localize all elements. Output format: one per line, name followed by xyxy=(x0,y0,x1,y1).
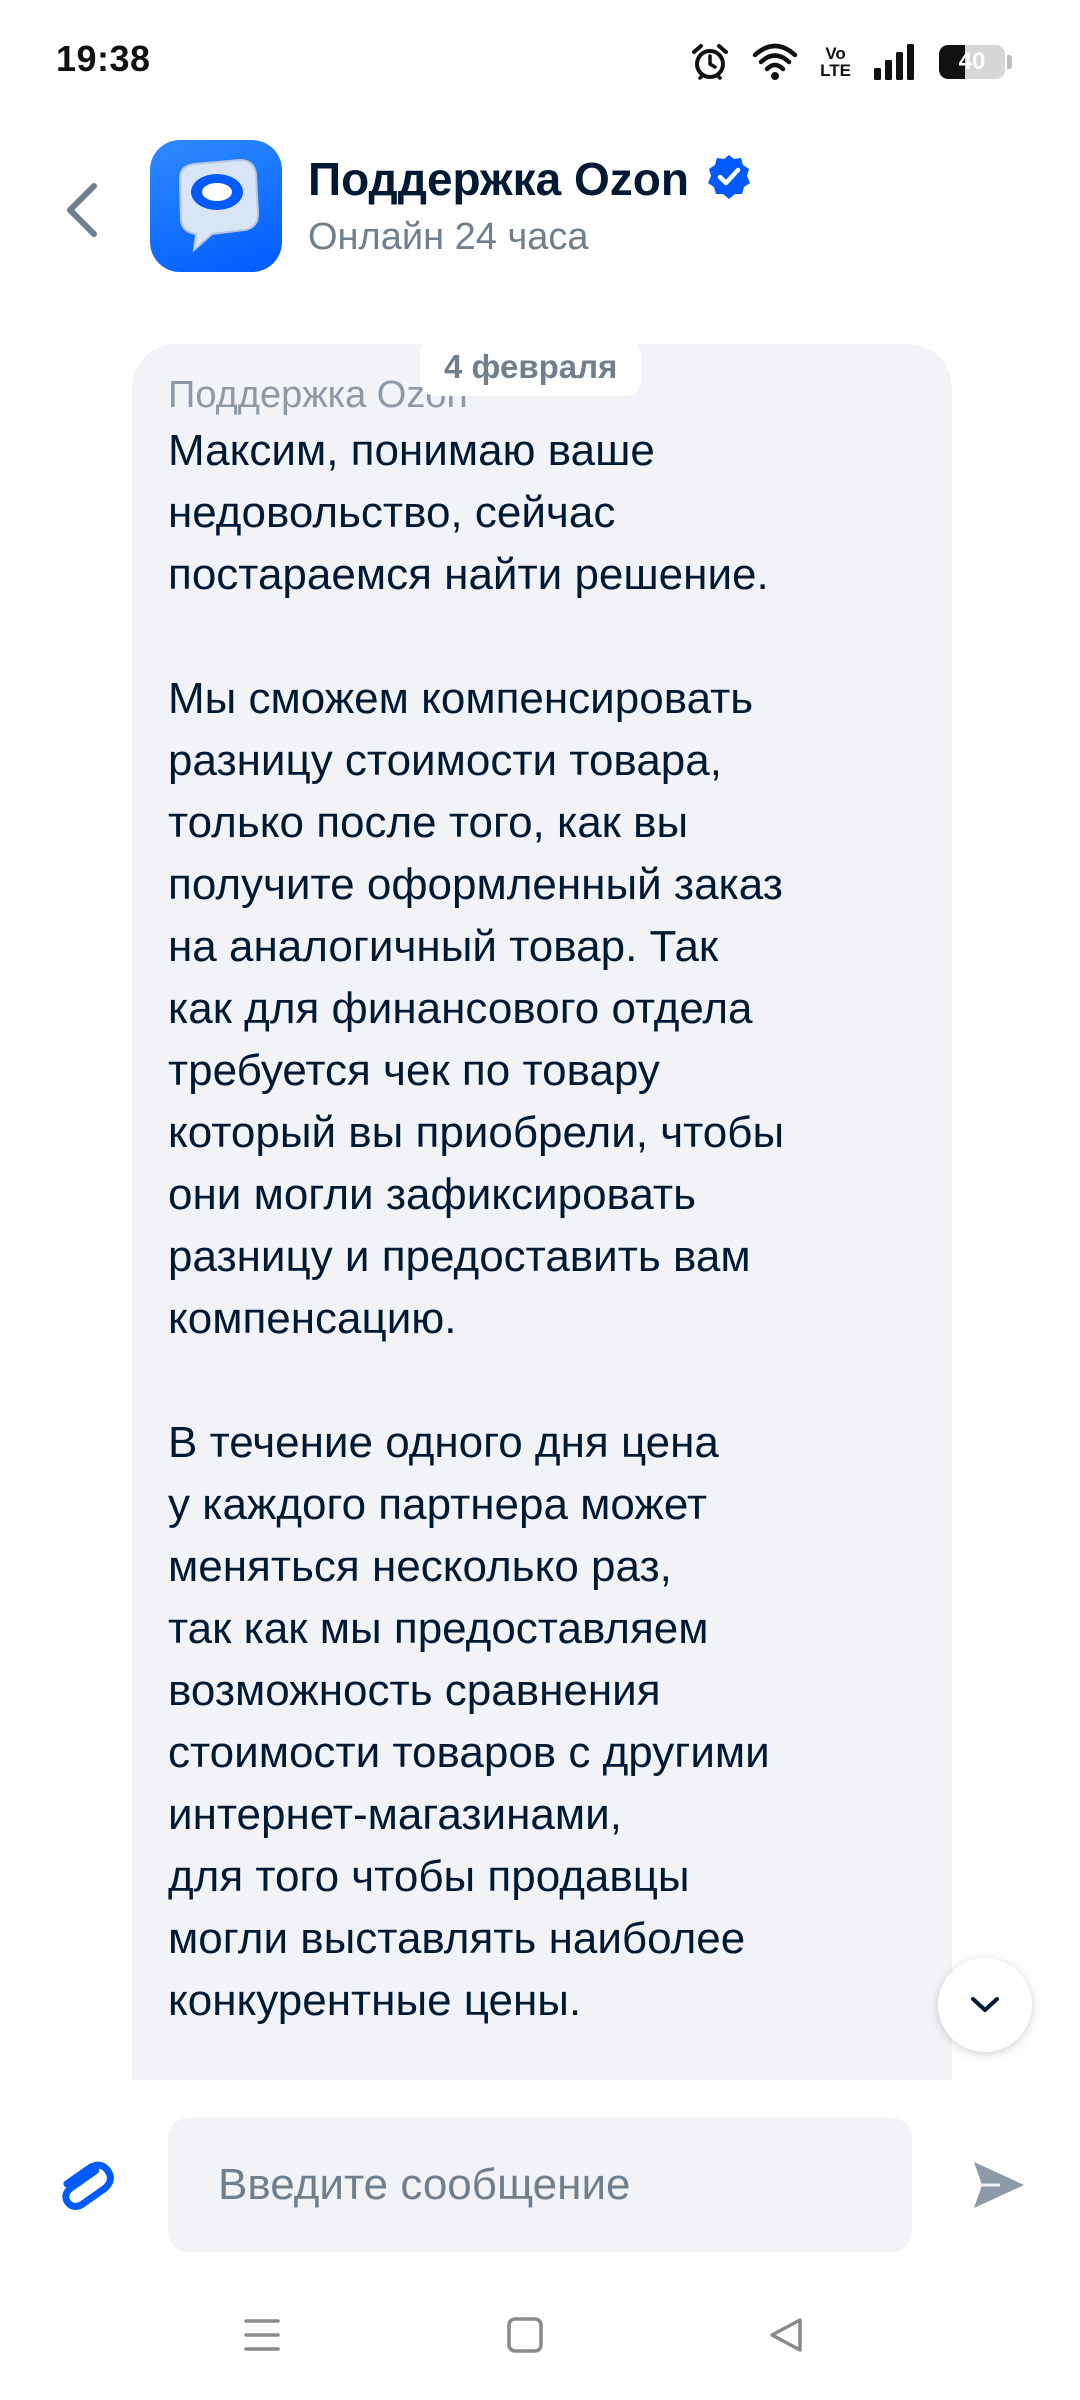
message-line: как для финансового отдела xyxy=(168,984,753,1033)
message-line: недовольство, сейчас xyxy=(168,488,616,537)
message-line: только после того, как вы xyxy=(168,798,689,847)
message-input[interactable] xyxy=(218,2160,912,2210)
chat-subtitle: Онлайн 24 часа xyxy=(308,216,589,258)
message-paragraph: Мы сможем компенсировать разницу стоимост… xyxy=(168,668,916,1350)
message-bubble[interactable]: Поддержка Ozon Максим, понимаю ваше недов… xyxy=(132,344,952,2080)
attach-button[interactable] xyxy=(50,2150,120,2220)
verified-badge-icon xyxy=(705,153,753,206)
message-line: для того чтобы продавцы xyxy=(168,1852,690,1901)
send-icon xyxy=(974,2162,1024,2208)
message-text: Максим, понимаю ваше недовольство, сейчас… xyxy=(168,420,916,2032)
battery-cap xyxy=(1007,55,1012,69)
send-button[interactable] xyxy=(964,2150,1034,2220)
message-paragraph: В течение одного дня цена у каждого партн… xyxy=(168,1412,916,2032)
message-line: на аналогичный товар. Так xyxy=(168,922,719,971)
message-line: получите оформленный заказ xyxy=(168,860,783,909)
message-input-container[interactable] xyxy=(168,2118,912,2252)
paperclip-icon xyxy=(62,2161,114,2210)
message-paragraph: Максим, понимаю ваше недовольство, сейчас… xyxy=(168,420,916,606)
volte-top-label: Vo xyxy=(825,44,846,63)
date-separator: 4 февраля xyxy=(420,338,642,396)
signal-icon xyxy=(873,44,917,80)
status-time: 19:38 xyxy=(56,38,151,79)
message-line: интернет-магазинами, xyxy=(168,1790,622,1839)
message-line: конкурентные цены. xyxy=(168,1976,582,2025)
support-avatar[interactable] xyxy=(150,140,282,272)
message-line: возможность сравнения xyxy=(168,1666,661,1715)
back-triangle-icon xyxy=(770,2318,802,2352)
chevron-left-icon xyxy=(67,183,97,237)
wifi-icon xyxy=(752,43,798,81)
system-back-button[interactable] xyxy=(746,2300,826,2370)
volte-bottom-label: LTE xyxy=(820,61,851,80)
chat-title: Поддержка Ozon xyxy=(308,153,690,205)
message-line: стоимости товаров с другими xyxy=(168,1728,770,1777)
recent-apps-button[interactable] xyxy=(222,2300,302,2370)
message-line: Максим, понимаю ваше xyxy=(168,426,655,475)
alarm-icon xyxy=(690,42,730,82)
message-line: у каждого партнера может xyxy=(168,1480,707,1529)
message-line: требуется чек по товару xyxy=(168,1046,660,1095)
home-button[interactable] xyxy=(485,2300,565,2370)
battery-icon: 40 xyxy=(939,45,1012,79)
menu-icon xyxy=(244,2319,280,2351)
system-navigation-bar xyxy=(0,2270,1080,2400)
battery-body: 40 xyxy=(939,45,1005,79)
status-icons: Vo LTE 40 xyxy=(690,38,1012,86)
chat-bubble-logo-icon xyxy=(178,158,260,253)
chat-title-row: Поддержка Ozon xyxy=(308,152,753,206)
chevron-down-icon xyxy=(971,1997,999,2012)
back-button[interactable] xyxy=(50,170,114,250)
chat-screen: 19:38 Vo LTE 40 Поддержка Ozon Онлайн 24… xyxy=(0,0,1080,2400)
message-list[interactable]: Поддержка Ozon Максим, понимаю ваше недов… xyxy=(0,300,1080,2080)
volte-icon: Vo LTE xyxy=(820,45,851,79)
status-bar: 19:38 Vo LTE 40 xyxy=(0,0,1080,120)
message-line: они могли зафиксировать xyxy=(168,1170,696,1219)
message-line: В течение одного дня цена xyxy=(168,1418,719,1467)
chat-header: Поддержка Ozon Онлайн 24 часа xyxy=(0,120,1080,300)
message-line: который вы приобрели, чтобы xyxy=(168,1108,785,1157)
message-line: Мы сможем компенсировать xyxy=(168,674,754,723)
message-composer xyxy=(0,2080,1080,2270)
message-line: могли выставлять наиболее xyxy=(168,1914,746,1963)
battery-level: 40 xyxy=(958,48,986,75)
message-line: компенсацию. xyxy=(168,1294,457,1343)
message-line: разницу и предоставить вам xyxy=(168,1232,751,1281)
message-line: так как мы предоставляем xyxy=(168,1604,709,1653)
scroll-to-bottom-button[interactable] xyxy=(938,1958,1032,2052)
home-square-icon xyxy=(507,2317,543,2353)
message-line: постараемся найти решение. xyxy=(168,550,769,599)
message-line: разницу стоимости товара, xyxy=(168,736,722,785)
message-line: меняться несколько раз, xyxy=(168,1542,672,1591)
